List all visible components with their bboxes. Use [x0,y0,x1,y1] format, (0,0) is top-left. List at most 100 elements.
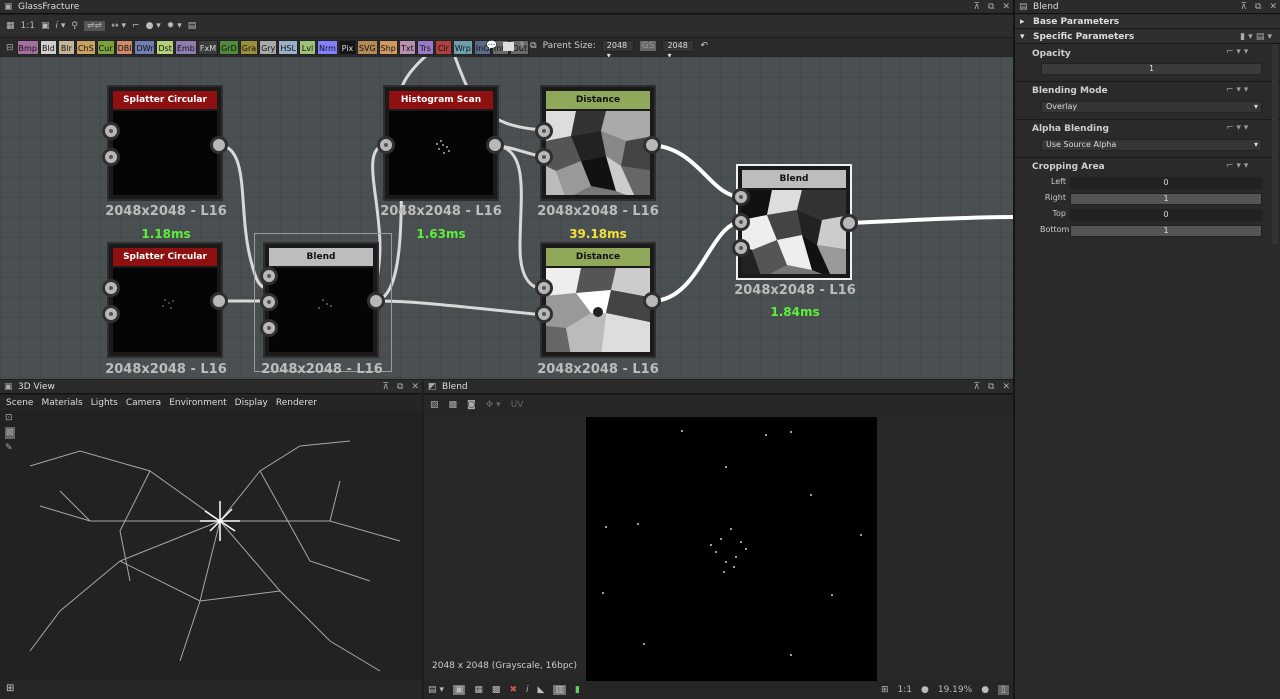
pin-icon[interactable]: ⊼ [382,380,389,394]
close-icon[interactable]: ✕ [1002,380,1010,394]
info-icon[interactable]: i [526,685,529,695]
comment-icon[interactable]: 💬 [486,41,497,51]
node-input-pin[interactable] [535,148,553,166]
node-histogram-scan[interactable]: Histogram Scan [383,85,499,201]
node-input-pin[interactable] [260,267,278,285]
filter-chip-dst[interactable]: Dst [156,40,174,55]
reset-icon[interactable]: ↶ [700,41,708,51]
function-icon[interactable]: ⌐ ▾ ▾ [1226,85,1248,95]
frame-box-icon[interactable] [503,41,515,51]
frame-icon[interactable]: ▣ [41,21,50,31]
filter-chip-blr[interactable]: Blr [57,40,75,55]
view2d-viewport[interactable]: 2048 x 2048 (Grayscale, 16bpc) [424,415,1013,681]
color-picker-icon[interactable]: ▥ [553,685,566,695]
node-input-pin[interactable] [377,136,395,154]
node-output-pin[interactable] [367,292,385,310]
grid-view-icon[interactable]: ▦ [6,21,15,31]
node-output-pin[interactable] [643,136,661,154]
close-icon[interactable]: ✕ [1002,0,1010,14]
filter-chip-bld[interactable]: Bld [39,40,57,55]
blending-mode-dropdown[interactable]: Overlay ▾ [1041,101,1262,113]
section-base-parameters[interactable]: ▸ Base Parameters [1015,15,1280,29]
menu-lights[interactable]: Lights [91,395,118,411]
close-icon[interactable]: ✕ [411,380,419,394]
filter-chip-gry[interactable]: Gry [259,40,278,55]
filter-chip-gra[interactable]: Gra [239,40,259,55]
node-input-pin[interactable] [102,122,120,140]
filter-chip-fxm[interactable]: FxM [197,40,219,55]
view3d-viewport[interactable]: ⊡ ⊠ ✎ [0,411,422,681]
parent-size-dropdown[interactable]: 2048 ▾ [601,40,634,60]
filter-toggle-icon[interactable]: ⊟ [6,43,14,53]
uv-tool-icon[interactable]: ✥ ▾ [486,400,501,410]
filter-chip-bmp[interactable]: Bmp [16,40,39,55]
filter-chip-svg[interactable]: SVG [356,40,378,55]
snap-icon[interactable]: ⌐ [132,21,140,31]
node-output-pin[interactable] [840,214,858,232]
zoom-in-icon[interactable]: ● [981,685,989,695]
checker-icon[interactable]: ▣ [452,685,466,695]
fit-icon[interactable]: ⊞ [881,685,889,695]
camera-snapshot-icon[interactable]: ◙ [467,400,476,410]
filter-chip-wrp[interactable]: Wrp [452,40,473,55]
zoom-ratio-label[interactable]: 1:1 [898,685,912,695]
node-blend-2[interactable]: Blend [736,164,852,280]
float-icon[interactable]: ⧉ [1255,0,1261,14]
filter-chip-lvl[interactable]: Lvl [298,40,316,55]
pin-icon[interactable]: ⊼ [973,380,980,394]
node-input-pin[interactable] [102,279,120,297]
node-blend-1[interactable]: Blend [263,242,379,358]
alpha-blending-dropdown[interactable]: Use Source Alpha ▾ [1041,139,1262,151]
node-input-pin[interactable] [535,122,553,140]
save-image-icon[interactable]: ▩ [449,400,458,410]
filter-chip-trs[interactable]: Trs [416,40,434,55]
connector-icon[interactable]: ↔ ▾ [111,21,126,31]
node-splatter-circular-2[interactable]: Splatter Circular [107,242,223,358]
uv-dropdown[interactable]: UV [511,400,524,410]
filter-chip-clr[interactable]: Clr [434,40,452,55]
menu-environment[interactable]: Environment [169,395,226,411]
pin-icon[interactable]: ⊼ [1240,0,1247,14]
size-dropdown[interactable]: 2048 ▾ [662,40,695,60]
tiling-icon[interactable]: ▦ [474,685,483,695]
menu-scene[interactable]: Scene [6,395,33,411]
node-input-pin[interactable] [535,305,553,323]
search-icon[interactable]: ⚲ [71,21,78,31]
node-input-pin[interactable] [260,319,278,337]
filter-chip-hsl[interactable]: HSL [278,40,298,55]
function-icon[interactable]: ⌐ ▾ ▾ [1226,123,1248,133]
crop-bottom-field[interactable]: 1 [1070,225,1262,237]
settings-icon[interactable]: ✹ ▾ [167,21,182,31]
opacity-slider[interactable]: 1 [1041,63,1262,75]
node-input-pin[interactable] [732,213,750,231]
node-output-pin[interactable] [210,136,228,154]
rgb-icon[interactable]: ▮ [575,685,580,695]
menu-materials[interactable]: Materials [41,395,82,411]
filter-chip-cur[interactable]: Cur [96,40,115,55]
compare-icon[interactable]: ✖ [509,685,517,695]
filter-chip-grd[interactable]: GrD [219,40,239,55]
filter-chip-dbl[interactable]: DBl [115,40,134,55]
node-output-pin[interactable] [486,136,504,154]
node-output-pin[interactable] [210,292,228,310]
node-distance-2[interactable]: Distance [540,242,656,358]
scrollbar[interactable] [1272,44,1278,244]
function-icon[interactable]: ⌐ ▾ ▾ [1226,47,1248,57]
display-icon[interactable]: ● ▾ [146,21,161,31]
pin-tool-icon[interactable]: ⫯ [520,41,524,51]
close-icon[interactable]: ✕ [1269,0,1277,14]
grid-icon[interactable]: ▩ [492,685,501,695]
node-input-pin[interactable] [102,305,120,323]
section-specific-parameters[interactable]: ▾ Specific Parameters ▮ ▾ ▤ ▾ [1015,30,1280,44]
lock-icon[interactable]: ▯ [998,685,1009,695]
graph-canvas[interactable]: Splatter Circular 2048x2048 - L16 1.18ms… [0,57,1013,379]
channels-icon[interactable]: ▤ ▾ [428,685,444,695]
filter-chip-nrm[interactable]: Nrm [316,40,338,55]
pin-icon[interactable]: ⊼ [973,0,980,14]
preset-icon[interactable]: ▮ ▾ ▤ ▾ [1240,30,1272,44]
node-input-pin[interactable] [535,279,553,297]
filter-chip-chs[interactable]: ChS [75,40,96,55]
float-icon[interactable]: ⧉ [988,0,994,14]
menu-display[interactable]: Display [235,395,268,411]
filter-chip-pix[interactable]: Pix [338,40,356,55]
